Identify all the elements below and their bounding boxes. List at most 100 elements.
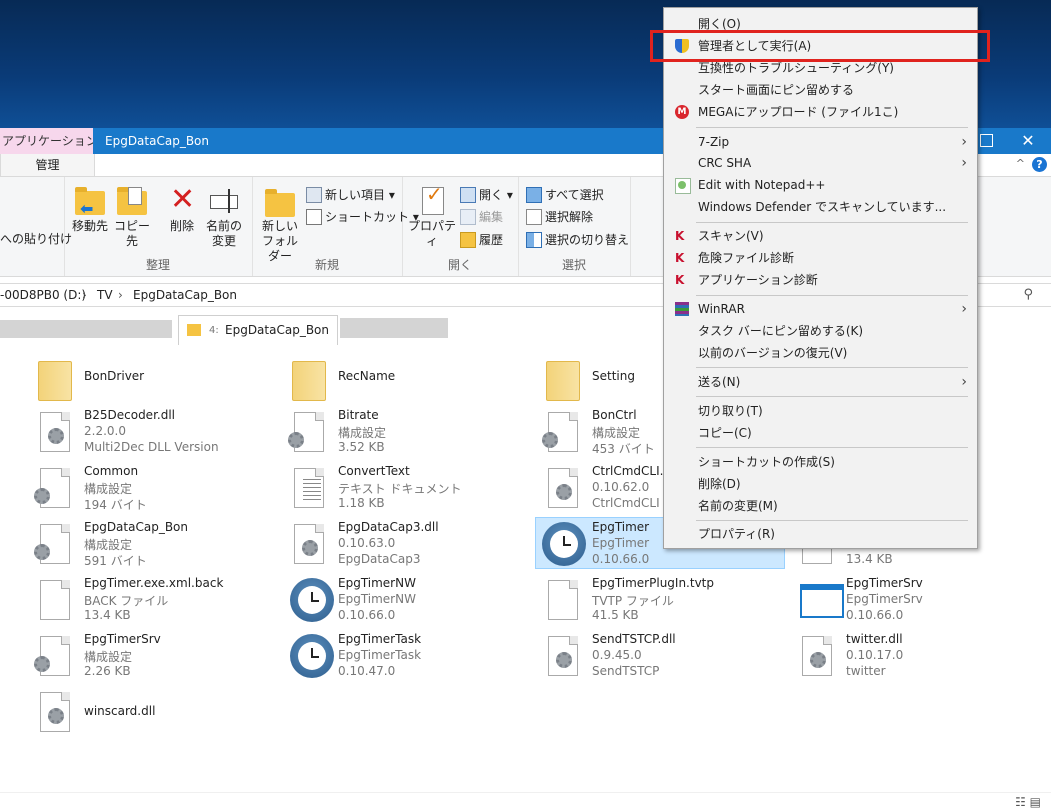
open-button[interactable]: 開く ▾ [460,185,513,205]
file-item-epgtimertask[interactable]: EpgTimerTask EpgTimerTask 0.10.47.0 [290,632,535,680]
file-item-epgtimer-xml-back[interactable]: EpgTimer.exe.xml.back BACK ファイル 13.4 KB [36,576,281,624]
file-item-recname[interactable]: RecName [290,353,535,401]
menu-item-crc-sha[interactable]: CRC SHA › [664,153,977,173]
history-button[interactable]: 履歴 [460,230,503,250]
ribbon-group-clipboard: への貼り付け [0,177,72,276]
breadcrumb-separator[interactable]: › [118,284,123,306]
file-item-epgdatacap3[interactable]: EpgDataCap3.dll 0.10.63.0 EpgDataCap3 [290,520,535,568]
shortcut-icon [306,208,322,225]
file-item-b25decoder[interactable]: B25Decoder.dll 2.2.0.0 Multi2Dec DLL Ver… [36,408,281,456]
file-item-epgtimernw[interactable]: EpgTimerNW EpgTimerNW 0.10.66.0 [290,576,535,624]
menu-item-pin-taskbar[interactable]: タスク バーにピン留めする(K) [664,321,977,341]
help-icon[interactable]: ? [1032,157,1047,172]
file-detail: EpgTimer [592,536,650,550]
file-detail: 構成設定 [84,650,133,664]
menu-item-create-shortcut[interactable]: ショートカットの作成(S) [664,452,977,472]
file-item-common[interactable]: Common 構成設定 194 バイト [34,464,281,512]
file-item-epgtimersrv-ini[interactable]: EpgTimerSrv 構成設定 2.26 KB [34,632,281,680]
menu-item-properties[interactable]: プロパティ(R) [664,524,977,544]
menu-item-cut[interactable]: 切り取り(T) [664,401,977,421]
menu-separator [696,222,968,223]
menu-item-defender[interactable]: Windows Defender でスキャンしています... [664,197,977,217]
menu-label: 名前の変更(M) [698,499,778,513]
file-item-epgtimersrv-exe[interactable]: EpgTimerSrv EpgTimerSrv 0.10.66.0 [798,576,1043,624]
folder-tab-bar: 4: EpgDataCap_Bon [0,314,660,345]
new-folder-button[interactable]: 新しい フォルダー [258,185,302,264]
file-item-bitrate[interactable]: Bitrate 構成設定 3.52 KB [288,408,535,456]
file-icon [36,576,72,624]
file-item-sendtstcp[interactable]: SendTSTCP.dll 0.9.45.0 SendTSTCP [544,632,789,680]
file-detail: EpgDataCap3 [338,552,421,566]
file-detail: 13.4 KB [846,552,893,566]
folder-tab-blurred[interactable] [340,318,448,338]
menu-item-scan[interactable]: K スキャン(V) [664,226,977,246]
edit-button[interactable]: 編集 [460,207,503,227]
breadcrumb-folder[interactable]: EpgDataCap_Bon [133,284,237,306]
menu-label: 7-Zip [698,135,730,149]
folder-tab-active[interactable]: 4: EpgDataCap_Bon [178,315,338,345]
menu-label: 以前のバージョンの復元(V) [698,346,848,360]
context-tab-application-tools[interactable]: アプリケーション ツール [0,128,93,154]
folder-icon [36,353,72,401]
menu-item-notepadpp[interactable]: Edit with Notepad++ [664,175,977,195]
text-file-icon [290,464,326,512]
select-all-button[interactable]: すべて選択 [526,185,604,205]
file-detail: 0.10.66.0 [592,552,650,566]
rename-button[interactable]: 名前の 変更 [204,185,244,249]
file-item-twitter[interactable]: twitter.dll 0.10.17.0 twitter [798,632,1043,680]
copy-to-button[interactable]: コピー先 [112,185,152,249]
file-detail: 2.26 KB [84,664,131,678]
search-icon[interactable]: ⚲ [1023,284,1033,306]
kaspersky-icon: K [675,229,685,243]
menu-item-danger-check[interactable]: K 危険ファイル診断 [664,248,977,268]
paste-shortcut-button[interactable]: への貼り付け [0,229,72,249]
menu-item-delete[interactable]: 削除(D) [664,474,977,494]
menu-item-7zip[interactable]: 7-Zip › [664,132,977,152]
file-name: SendTSTCP.dll [592,632,676,646]
file-item-bondriver[interactable]: BonDriver [36,353,281,401]
new-folder-label-1: 新しい [261,219,298,233]
menu-item-restore[interactable]: 以前のバージョンの復元(V) [664,343,977,363]
file-item-epgtimerplugin[interactable]: EpgTimerPlugIn.tvtp TVTP ファイル 41.5 KB [544,576,789,624]
new-item-button[interactable]: 新しい項目 ▾ [306,185,395,205]
file-name: BonDriver [84,369,145,383]
properties-check-icon: ✓ [416,184,448,217]
menu-item-mega[interactable]: M MEGAにアップロード (ファイル1こ) [664,102,977,122]
delete-button[interactable]: ✕ 削除 [164,183,200,234]
breadcrumb-separator[interactable]: › [82,284,87,306]
tab-manage[interactable]: 管理 [0,154,95,176]
file-detail: 0.10.17.0 [846,648,904,662]
view-toggle-icons[interactable]: ☷ ▤ [1015,795,1041,809]
breadcrumb-drive[interactable]: -00D8PB0 (D:) [0,284,86,306]
file-name: EpgTimerPlugIn.tvtp [592,576,714,590]
menu-item-app-diag[interactable]: K アプリケーション診断 [664,270,977,290]
folder-tab-blurred[interactable] [0,320,172,338]
file-detail: EpgTimerSrv [846,592,923,606]
clock-icon [542,520,586,568]
menu-item-rename[interactable]: 名前の変更(M) [664,496,977,516]
menu-separator [696,367,968,368]
menu-separator [696,447,968,448]
menu-item-winrar[interactable]: WinRAR › [664,299,977,319]
file-item-winscard[interactable]: winscard.dll [36,688,281,736]
close-button[interactable]: ✕ [1005,128,1051,154]
file-item-converttext[interactable]: ConvertText テキスト ドキュメント 1.18 KB [290,464,535,512]
select-none-button[interactable]: 選択解除 [526,207,593,227]
menu-label: タスク バーにピン留めする(K) [698,324,864,338]
file-name: ConvertText [338,464,410,478]
properties-button[interactable]: ✓ プロパティ [406,184,458,249]
rename-label-2: 変更 [211,234,236,248]
maximize-icon[interactable] [980,134,993,147]
file-item-epgdatacap-bon[interactable]: EpgDataCap_Bon 構成設定 591 バイト [34,520,281,568]
breadcrumb-tv[interactable]: TV [97,284,113,306]
invert-selection-button[interactable]: 選択の切り替え [526,230,629,250]
history-icon [460,231,476,248]
menu-item-send-to[interactable]: 送る(N) › [664,372,977,392]
menu-item-copy[interactable]: コピー(C) [664,423,977,443]
file-name: Common [84,464,139,478]
file-detail: 0.10.66.0 [846,608,904,622]
move-to-button[interactable]: ⬅ 移動先 [70,185,110,234]
collapse-ribbon-icon[interactable]: ^ [1016,157,1025,170]
menu-label: MEGAにアップロード (ファイル1こ) [698,105,899,119]
menu-item-pin-start[interactable]: スタート画面にピン留めする [664,80,977,100]
